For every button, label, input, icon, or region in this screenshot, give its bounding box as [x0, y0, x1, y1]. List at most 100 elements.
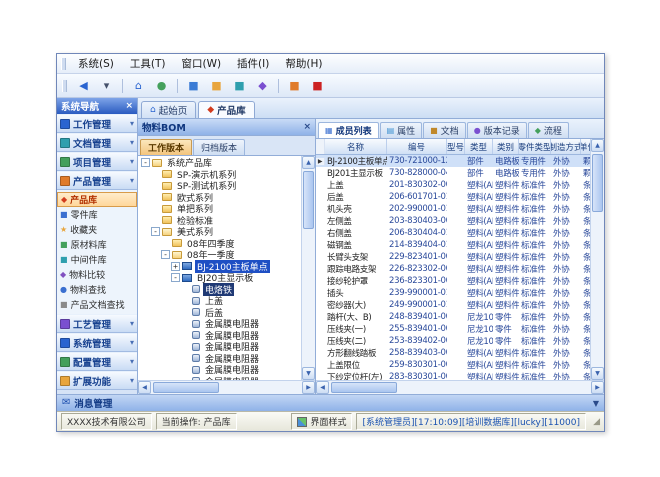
collapse-icon[interactable]: - [151, 227, 160, 236]
table-row[interactable]: 压线夹(二)253-839402-00E尼龙1010零件标准件外协条 [316, 335, 590, 347]
nav-close-icon[interactable]: × [125, 102, 133, 111]
back-dropdown-button[interactable]: ▾ [96, 76, 117, 96]
table-row[interactable]: 踏杆(大、B)248-839401-00E尼龙1010零件标准件外协条 [316, 311, 590, 323]
nav-item-product-library[interactable]: ◆产品库 [57, 192, 137, 207]
scroll-right-icon[interactable]: ▶ [591, 381, 604, 394]
table-vscroll-track[interactable] [591, 152, 604, 367]
status-style-selector[interactable]: 界面样式 [291, 413, 352, 430]
column-header-2[interactable]: 编号 [387, 139, 447, 154]
bom-horizontal-scrollbar[interactable]: ◀ ▶ [138, 380, 315, 394]
scroll-left-icon[interactable]: ◀ [316, 381, 329, 394]
table-row[interactable]: 左侧盖203-830403-00E塑料(ABS)塑料件标准件外协条 [316, 215, 590, 227]
table-row[interactable]: 后盖206-601701-01E塑料(ABS)塑料件标准件外协条 [316, 191, 590, 203]
settings-button[interactable]: ◆ [252, 76, 273, 96]
nav-item-raw-material-library[interactable]: ■原材料库 [57, 237, 137, 252]
bom-hscroll-thumb[interactable] [153, 382, 219, 393]
resize-grip[interactable]: ◢ [590, 416, 600, 428]
tab-archived-version[interactable]: 归档版本 [193, 139, 245, 155]
exit-button[interactable]: ■ [307, 76, 328, 96]
table-row[interactable]: 长臂头支架229-823401-00E塑料(ABS)塑料件标准件外协条 [316, 251, 590, 263]
table-hscroll-thumb[interactable] [331, 382, 397, 393]
toolbar-grip[interactable] [62, 80, 67, 92]
menu-item-1[interactable]: 系统(S) [70, 54, 122, 73]
column-header-1[interactable]: 名称 [325, 139, 387, 154]
nav-group-product-management[interactable]: 产品管理▾ [57, 171, 137, 190]
tab-documents[interactable]: ■文档 [423, 122, 466, 138]
scroll-up-icon[interactable]: ▲ [302, 156, 315, 169]
tab-workflow[interactable]: ◆流程 [528, 122, 569, 138]
table-row[interactable]: BJ201主显示板730-828000-04E部件电路板专用件外协颗 [316, 167, 590, 179]
bom-vertical-scrollbar[interactable]: ▲ ▼ [301, 156, 315, 380]
nav-group-process-management[interactable]: 工艺管理▾ [57, 314, 137, 333]
scroll-left-icon[interactable]: ◀ [138, 381, 151, 394]
scroll-up-icon[interactable]: ▲ [591, 139, 604, 152]
column-header-6[interactable]: 零件类型 [519, 139, 551, 154]
bom-close-icon[interactable]: × [303, 123, 311, 132]
table-row[interactable]: ▶BJ-2100主板单点730-721000-12E部件电路板专用件外协颗 [316, 155, 590, 167]
table-row[interactable]: 上盖限位259-830301-00E塑料(ABS)塑料件标准件外协条 [316, 359, 590, 371]
scroll-right-icon[interactable]: ▶ [302, 381, 315, 394]
tree-node[interactable]: 检验标准 [138, 215, 301, 227]
bom-hscroll-track[interactable] [151, 381, 302, 394]
tab-version-history[interactable]: ●版本记录 [467, 122, 527, 138]
nav-item-parts-library[interactable]: ■零件库 [57, 207, 137, 222]
table-row[interactable]: 机头壳202-990001-01E塑料(ABS)塑料件标准件外协条 [316, 203, 590, 215]
scroll-down-icon[interactable]: ▼ [302, 367, 315, 380]
table-row[interactable]: 插头239-990001-01E塑料(ABS)塑料件标准件外协条 [316, 287, 590, 299]
table-row[interactable]: 压线夹(一)255-839401-00E尼龙1010零件标准件外协条 [316, 323, 590, 335]
table-row[interactable]: 磁钢盖214-839404-01E塑料(ABS)塑料件标准件外协条 [316, 239, 590, 251]
tree-node[interactable]: SP-测试机系列 [138, 180, 301, 192]
table-row[interactable]: 上盖201-830302-00E塑料(ABS)塑料件标准件外协条 [316, 179, 590, 191]
tab-product-library[interactable]: ◆产品库 [198, 101, 254, 118]
menu-item-4[interactable]: 插件(I) [229, 54, 277, 73]
menu-grip[interactable] [61, 58, 66, 70]
scroll-down-icon[interactable]: ▼ [591, 367, 604, 380]
table-row[interactable]: 右侧盖206-830404-01E塑料(ABS)塑料件标准件外协条 [316, 227, 590, 239]
nav-group-document-management[interactable]: 文档管理▾ [57, 133, 137, 152]
menu-item-3[interactable]: 窗口(W) [173, 54, 229, 73]
style-button[interactable]: ■ [284, 76, 305, 96]
save-button[interactable]: ■ [229, 76, 250, 96]
column-header-5[interactable]: 类别 [493, 139, 519, 154]
nav-item-middleware-library[interactable]: ■中间件库 [57, 252, 137, 267]
tree-node[interactable]: 欧式系列 [138, 192, 301, 204]
menu-item-2[interactable]: 工具(T) [122, 54, 174, 73]
nav-group-extension-functions[interactable]: 扩展功能▾ [57, 371, 137, 390]
tab-properties[interactable]: ▤属性 [380, 122, 423, 138]
tree-node[interactable]: 单把系列 [138, 203, 301, 215]
nav-item-material-search[interactable]: ●物料查找 [57, 282, 137, 297]
new-button[interactable]: ■ [183, 76, 204, 96]
nav-item-product-doc-search[interactable]: ■产品文档查找 [57, 297, 137, 312]
table-vertical-scrollbar[interactable]: ▲ ▼ [590, 139, 604, 380]
menu-item-5[interactable]: 帮助(H) [277, 54, 330, 73]
refresh-button[interactable]: ● [151, 76, 172, 96]
nav-item-favorites[interactable]: ★收藏夹 [57, 222, 137, 237]
nav-group-system-management[interactable]: 系统管理▾ [57, 333, 137, 352]
table-hscroll-track[interactable] [329, 381, 591, 394]
table-row[interactable]: 方形翻线踏板258-839403-00E塑料(ABS)塑料件标准件外协条 [316, 347, 590, 359]
collapse-icon[interactable]: - [171, 273, 180, 282]
column-header-3[interactable]: 型号 [447, 139, 465, 154]
tab-working-version[interactable]: 工作版本 [140, 139, 192, 155]
bom-vscroll-thumb[interactable] [303, 171, 314, 229]
tab-start-page[interactable]: ⌂起始页 [141, 101, 196, 118]
column-header-7[interactable]: 制造方式 [551, 139, 581, 154]
collapse-icon[interactable]: - [161, 250, 170, 259]
nav-item-material-compare[interactable]: ◆物料比较 [57, 267, 137, 282]
bom-vscroll-track[interactable] [302, 169, 315, 367]
nav-group-project-management[interactable]: 项目管理▾ [57, 152, 137, 171]
table-row[interactable]: 跟踪电路支架226-823302-00E塑料(ABS)塑料件标准件外协条 [316, 263, 590, 275]
expand-icon[interactable]: + [171, 262, 180, 271]
table-row[interactable]: 下纱定位杆(左)283-830301-00E塑料(ABS)塑料件标准件外协条 [316, 371, 590, 380]
tab-member-list[interactable]: ▦成员列表 [318, 122, 379, 138]
message-bar[interactable]: ✉ 消息管理 ▼ [57, 394, 604, 411]
home-button[interactable]: ⌂ [128, 76, 149, 96]
back-button[interactable]: ◀ [73, 76, 94, 96]
table-horizontal-scrollbar[interactable]: ◀ ▶ [316, 380, 604, 394]
open-button[interactable]: ■ [206, 76, 227, 96]
table-vscroll-thumb[interactable] [592, 154, 603, 212]
nav-group-work-management[interactable]: 工作管理▾ [57, 114, 137, 133]
table-row[interactable]: 接纱轮护罩236-823301-00E塑料(ABS)塑料件标准件外协条 [316, 275, 590, 287]
nav-group-configuration-management[interactable]: 配置管理▾ [57, 352, 137, 371]
column-header-8[interactable]: 单位 [581, 139, 590, 154]
